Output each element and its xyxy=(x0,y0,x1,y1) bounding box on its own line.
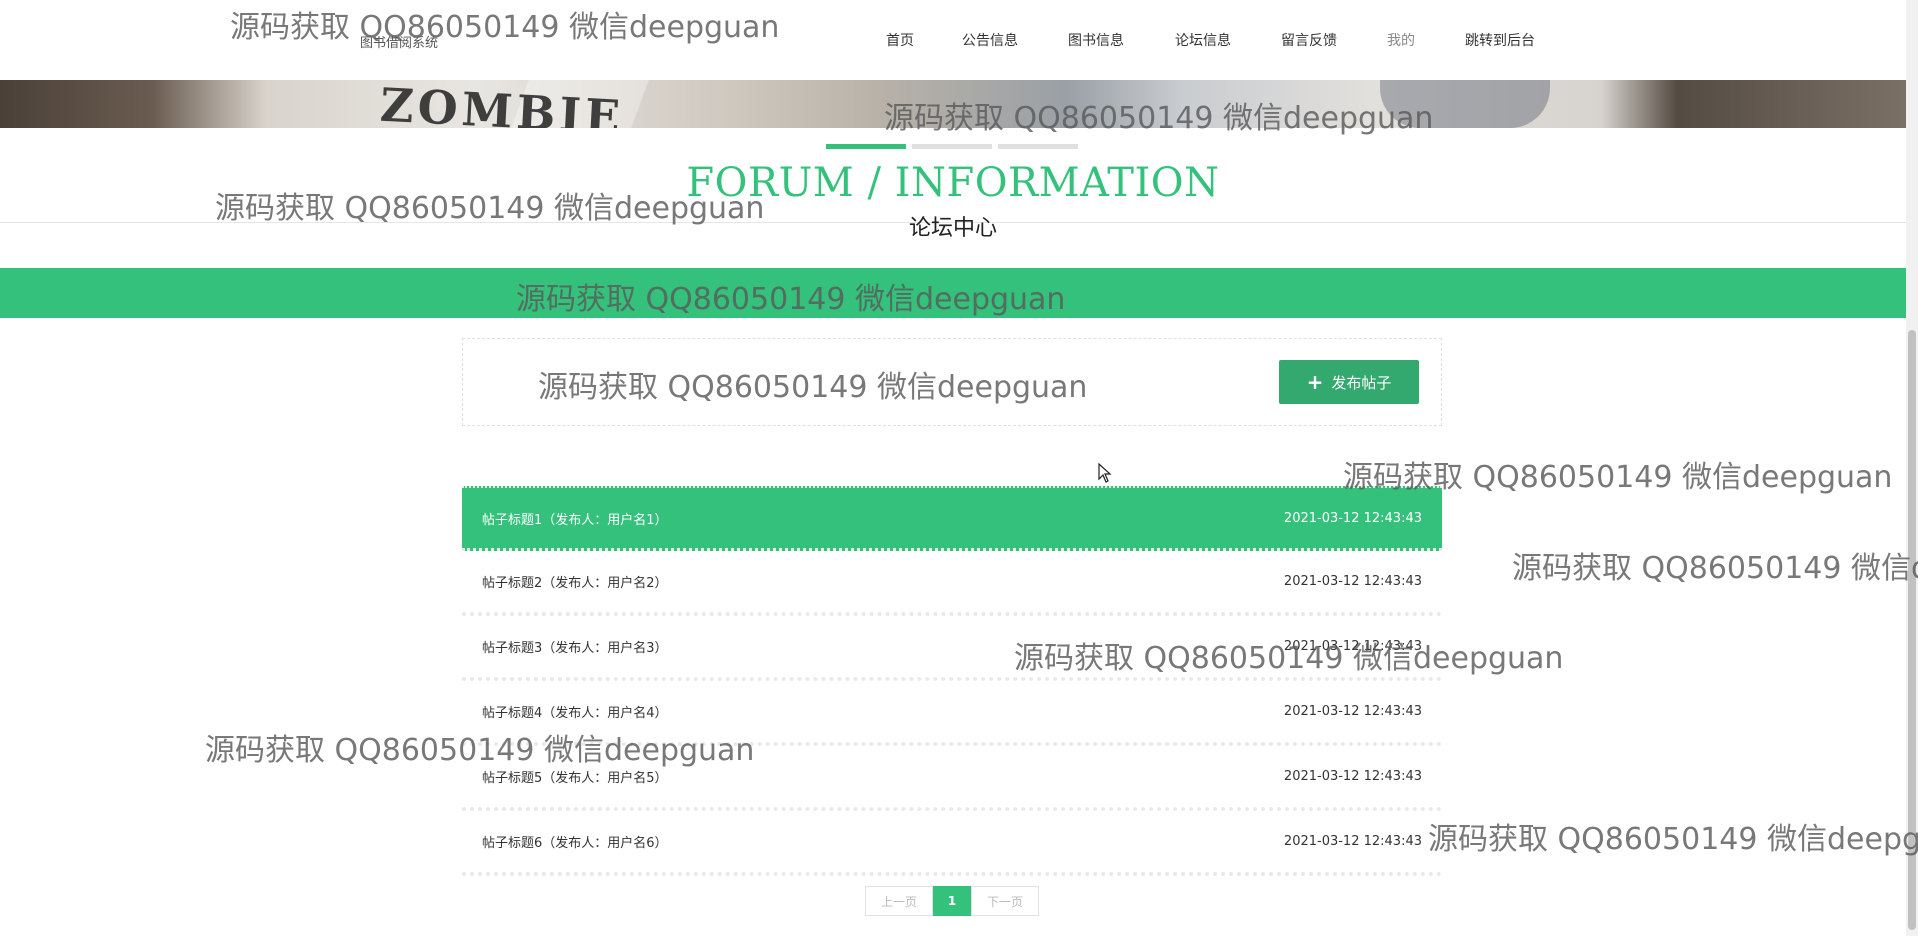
forum-toolbar: + 发布帖子 xyxy=(462,338,1442,426)
post-title: 帖子标题5（发布人：用户名5） xyxy=(482,771,668,786)
banner-shape xyxy=(1380,80,1550,128)
post-new-button[interactable]: + 发布帖子 xyxy=(1279,360,1419,404)
nav-home[interactable]: 首页 xyxy=(886,30,914,50)
pagination: 上一页 1 下一页 xyxy=(865,886,1039,916)
post-time: 2021-03-12 12:43:43 xyxy=(1283,769,1422,784)
post-title: 帖子标题2（发布人：用户名2） xyxy=(482,576,668,591)
watermark: 源码获取 QQ86050149 微信deepgu xyxy=(1428,822,1918,857)
carousel-indicator-1[interactable] xyxy=(826,144,906,149)
post-title: 帖子标题1（发布人：用户名1） xyxy=(482,512,668,528)
carousel-indicator-3[interactable] xyxy=(998,144,1078,149)
section-title-en: FORUM / INFORMATION xyxy=(686,160,1220,206)
watermark: 源码获取 QQ86050149 微信d xyxy=(1512,551,1918,586)
post-time: 2021-03-12 12:43:43 xyxy=(1283,704,1422,719)
nav-books[interactable]: 图书信息 xyxy=(1068,30,1124,50)
section-title-cn: 论坛中心 xyxy=(908,216,997,241)
page-scrollbar[interactable] xyxy=(1906,0,1918,936)
forum-post-row[interactable]: 帖子标题1（发布人：用户名1） 2021-03-12 12:43:43 xyxy=(462,486,1442,551)
next-page-button[interactable]: 下一页 xyxy=(971,886,1039,916)
forum-post-row[interactable]: 帖子标题2（发布人：用户名2） 2021-03-12 12:43:43 xyxy=(462,551,1442,616)
green-band xyxy=(0,268,1906,318)
forum-post-row[interactable]: 帖子标题4（发布人：用户名4） 2021-03-12 12:43:43 xyxy=(462,681,1442,746)
nav-forum[interactable]: 论坛信息 xyxy=(1175,30,1231,50)
nav-announcements[interactable]: 公告信息 xyxy=(962,30,1018,50)
carousel-indicator-2[interactable] xyxy=(912,144,992,149)
post-time: 2021-03-12 12:43:43 xyxy=(1283,834,1422,849)
top-header: 图书借阅系统 首页 公告信息 图书信息 论坛信息 留言反馈 我的 跳转到后台 xyxy=(0,0,1906,80)
post-time: 2021-03-12 12:43:43 xyxy=(1283,510,1422,526)
page-number-button[interactable]: 1 xyxy=(933,886,971,916)
post-title: 帖子标题3（发布人：用户名3） xyxy=(482,641,668,656)
plus-icon: + xyxy=(1306,370,1324,394)
post-new-label: 发布帖子 xyxy=(1331,373,1392,392)
post-title: 帖子标题4（发布人：用户名4） xyxy=(482,706,668,721)
banner-image: ZOMBIE xyxy=(0,80,1906,128)
carousel-indicators xyxy=(826,144,1078,149)
forum-post-row[interactable]: 帖子标题6（发布人：用户名6） 2021-03-12 12:43:43 xyxy=(462,811,1442,876)
forum-post-row[interactable]: 帖子标题3（发布人：用户名3） 2021-03-12 12:43:43 xyxy=(462,616,1442,681)
prev-page-button[interactable]: 上一页 xyxy=(865,886,933,916)
mouse-pointer-icon xyxy=(1098,463,1112,483)
post-time: 2021-03-12 12:43:43 xyxy=(1283,639,1422,654)
forum-post-row[interactable]: 帖子标题5（发布人：用户名5） 2021-03-12 12:43:43 xyxy=(462,746,1442,811)
nav-my[interactable]: 我的 xyxy=(1387,30,1415,50)
site-title[interactable]: 图书借阅系统 xyxy=(360,32,438,51)
nav-admin[interactable]: 跳转到后台 xyxy=(1465,30,1535,50)
scrollbar-thumb[interactable] xyxy=(1908,330,1916,930)
post-title: 帖子标题6（发布人：用户名6） xyxy=(482,836,668,851)
post-time: 2021-03-12 12:43:43 xyxy=(1283,574,1422,589)
forum-post-list: 帖子标题1（发布人：用户名1） 2021-03-12 12:43:43 帖子标题… xyxy=(462,486,1442,876)
nav-feedback[interactable]: 留言反馈 xyxy=(1281,30,1337,50)
